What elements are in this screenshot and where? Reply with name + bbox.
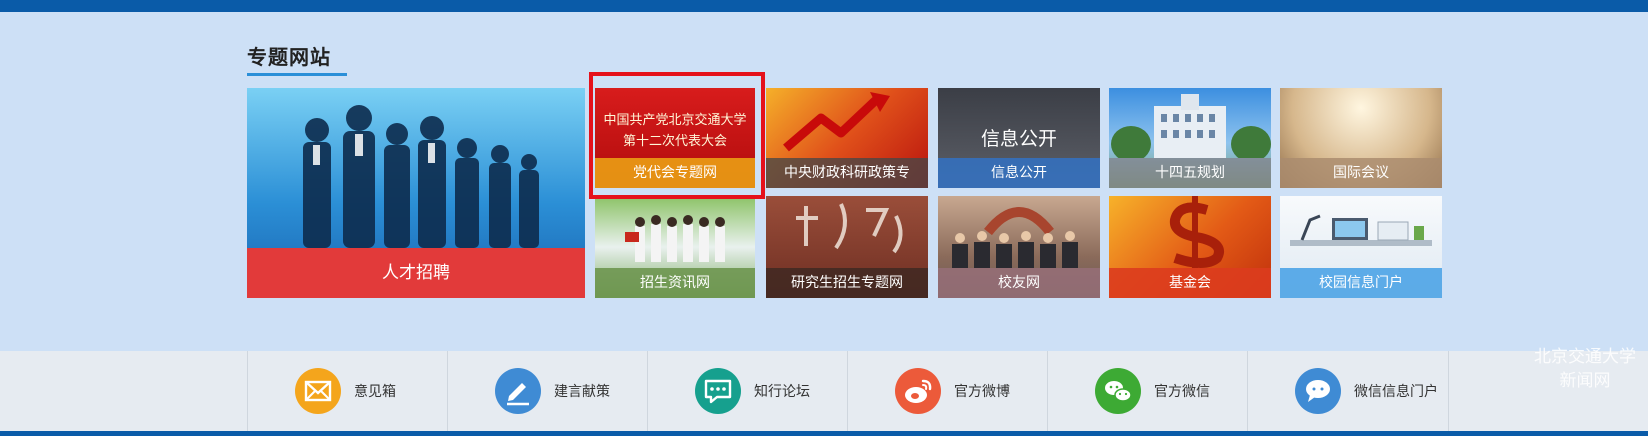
tile-overlay-text: 信息公开: [980, 128, 1057, 150]
chat-icon: [695, 368, 741, 414]
top-bar: [0, 0, 1648, 12]
alumni-group-image: [952, 207, 1078, 268]
bottom-bar: [0, 431, 1648, 436]
dollar-sign-image: [1169, 196, 1224, 268]
calligraphy-wall-image: [796, 203, 903, 254]
tile-info-disclosure[interactable]: 信息公开 信息公开: [938, 88, 1100, 188]
tile-party-congress[interactable]: 中国共产党北京交通大学 第十二次代表大会 党代会专题网: [595, 88, 755, 188]
tile-label: 人才招聘: [247, 248, 585, 298]
tile-14th-five-year-plan[interactable]: 十四五规划: [1109, 88, 1271, 188]
title-underline: [247, 73, 347, 76]
weibo-icon: [895, 368, 941, 414]
tile-label: 研究生招生专题网: [766, 268, 928, 298]
students-image: [625, 215, 725, 262]
banner-line-2: 第十二次代表大会: [622, 134, 727, 149]
tile-graduate-admissions[interactable]: 研究生招生专题网: [766, 196, 928, 298]
tile-label: 中央财政科研政策专: [766, 158, 928, 188]
watermark: 北京交通大学 新闻网: [1530, 345, 1640, 393]
tile-label: 校友网: [938, 268, 1100, 298]
tile-label: 校园信息门户: [1280, 268, 1442, 298]
footer-item-label: 知行论坛: [754, 384, 810, 400]
congress-banner: 中国共产党北京交通大学 第十二次代表大会: [595, 110, 755, 152]
mail-icon: [295, 368, 341, 414]
tile-talent-recruitment[interactable]: 人才招聘: [247, 88, 585, 298]
footer-item-label: 官方微博: [954, 384, 1010, 400]
footer-item-label: 微信信息门户: [1354, 384, 1438, 400]
footer-item-official-weibo[interactable]: 官方微博: [847, 351, 1048, 431]
tile-alumni[interactable]: 校友网: [938, 196, 1100, 298]
banner-line-1: 中国共产党北京交通大学: [603, 113, 747, 128]
tile-foundation[interactable]: 基金会: [1109, 196, 1271, 298]
watermark-line-1: 北京交通大学: [1534, 347, 1636, 367]
footer-item-forum[interactable]: 知行论坛: [647, 351, 848, 431]
footer-item-proposals[interactable]: 建言献策: [447, 351, 648, 431]
tile-campus-info-portal[interactable]: 校园信息门户: [1280, 196, 1442, 298]
pen-icon: [495, 368, 541, 414]
footer-item-label: 意见箱: [354, 384, 396, 400]
tile-label: 招生资讯网: [595, 268, 755, 298]
tile-admissions-info[interactable]: 招生资讯网: [595, 196, 755, 298]
wechat-icon: [1095, 368, 1141, 414]
rising-arrow-image: [783, 92, 890, 152]
footer-item-label: 官方微信: [1154, 384, 1210, 400]
tile-international-conference[interactable]: 国际会议: [1280, 88, 1442, 188]
tile-label: 十四五规划: [1109, 158, 1271, 188]
footer-item-official-wechat[interactable]: 官方微信: [1047, 351, 1248, 431]
tile-label: 国际会议: [1280, 158, 1442, 188]
footer-item-suggestion-box[interactable]: 意见箱: [247, 351, 448, 431]
tile-central-finance-research[interactable]: 中央财政科研政策专: [766, 88, 928, 188]
business-people-image: [303, 105, 539, 248]
footer-item-label: 建言献策: [554, 384, 610, 400]
section-title: 专题网站: [247, 45, 331, 69]
footer-item-wechat-info-portal[interactable]: 微信信息门户: [1247, 351, 1449, 431]
building-image: [1111, 94, 1271, 158]
desk-illustration-image: [1290, 214, 1432, 246]
message-icon: [1295, 368, 1341, 414]
watermark-line-2: 新闻网: [1559, 371, 1611, 391]
tile-label: 党代会专题网: [595, 158, 755, 188]
tile-label: 基金会: [1109, 268, 1271, 298]
tile-label: 信息公开: [938, 158, 1100, 188]
